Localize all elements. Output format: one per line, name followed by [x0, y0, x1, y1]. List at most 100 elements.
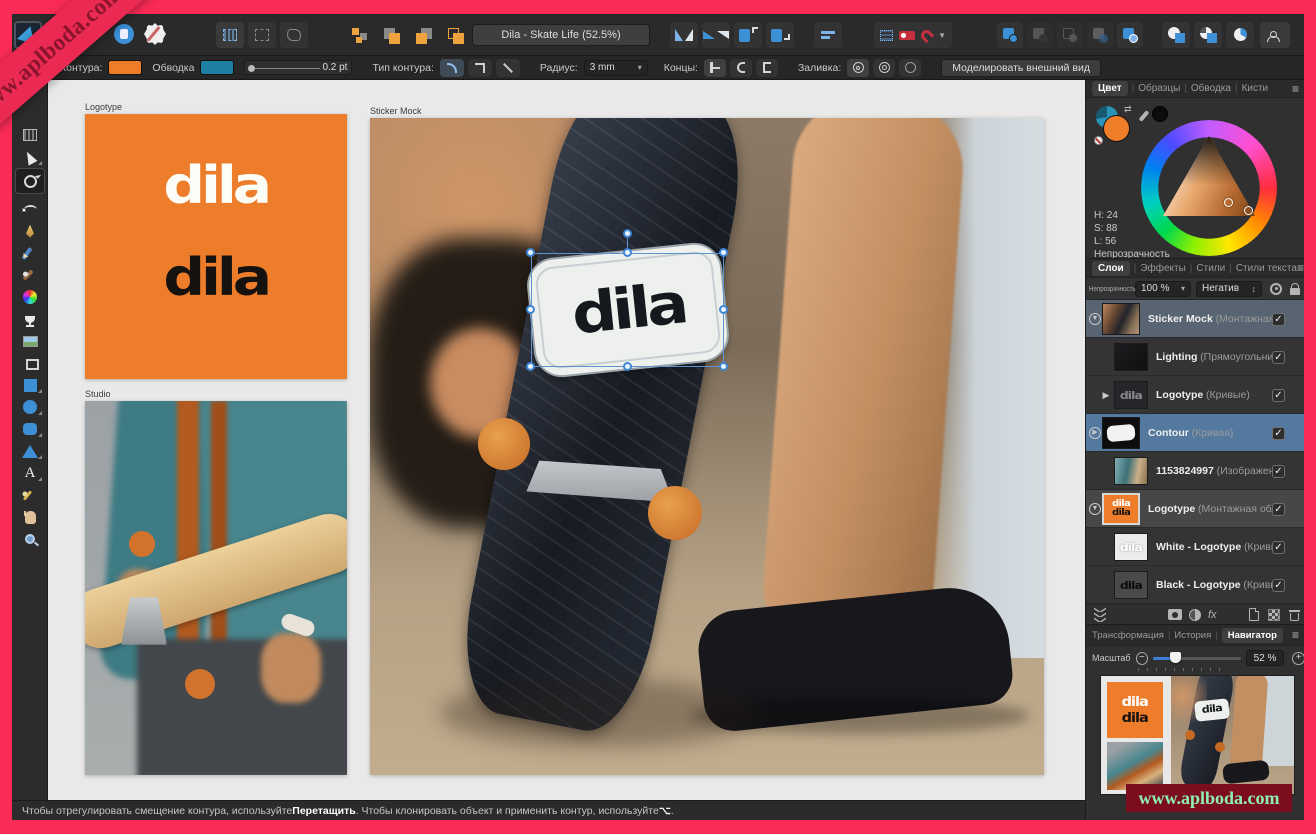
layer-effects-fx-icon[interactable]: fx	[1208, 609, 1217, 621]
ellipse-tool[interactable]	[17, 398, 43, 416]
layer-visibility-checkbox[interactable]: ✓	[1272, 427, 1285, 440]
geometry-crescent-icon[interactable]	[1194, 22, 1222, 48]
layer-visibility-checkbox[interactable]: ✓	[1272, 465, 1285, 478]
tab-text-styles[interactable]: Стили текста	[1236, 263, 1297, 274]
pencil-tool[interactable]	[17, 244, 43, 262]
tab-transform[interactable]: Трансформация	[1092, 630, 1164, 641]
swap-colors-icon[interactable]: ⇄	[1124, 104, 1132, 115]
hand-tool[interactable]	[17, 508, 43, 526]
layers-opacity-dropdown[interactable]: 100 % ▾	[1135, 281, 1191, 297]
guides-icon[interactable]	[248, 22, 276, 48]
fill-mode-evenodd-icon[interactable]	[899, 59, 921, 77]
brush-tool[interactable]	[17, 266, 43, 284]
layer-row-black-logotype[interactable]: dila Black - Logotype (Кривые) ✓	[1086, 566, 1304, 604]
layers-stack-icon[interactable]	[1094, 608, 1106, 622]
move-tool[interactable]	[17, 148, 43, 166]
rotation-handle[interactable]	[623, 229, 632, 238]
tab-color[interactable]: Цвет	[1092, 81, 1128, 96]
layer-row-contour[interactable]: ▶ Contour (Кривая) ✓	[1086, 414, 1304, 452]
contour-type-round-icon[interactable]	[440, 59, 464, 77]
node-tool[interactable]	[17, 200, 43, 218]
account-person-icon[interactable]	[1260, 22, 1290, 48]
contour-tool[interactable]	[15, 168, 45, 194]
geometry-pie-icon[interactable]	[1226, 22, 1254, 48]
cap-square-icon[interactable]	[756, 59, 778, 77]
delete-layer-trash-icon[interactable]	[1289, 608, 1300, 621]
picked-color-well[interactable]	[1152, 106, 1168, 122]
flip-vertical-icon[interactable]	[702, 22, 730, 48]
color-marker-inner[interactable]	[1224, 198, 1233, 207]
new-layer-icon[interactable]	[1249, 608, 1259, 621]
selection-handle-n[interactable]	[623, 248, 632, 257]
grid-lasso-icon[interactable]	[280, 22, 308, 48]
layer-visibility-checkbox[interactable]: ✓	[1272, 579, 1285, 592]
magnet-icon[interactable]	[919, 27, 935, 43]
move-to-back-icon[interactable]	[378, 22, 406, 48]
boolean-intersect-icon[interactable]	[1057, 22, 1083, 48]
color-picker-tool[interactable]	[17, 486, 43, 504]
tab-stroke[interactable]: Обводка	[1191, 83, 1231, 94]
adjustment-layer-icon[interactable]	[1189, 609, 1201, 621]
cap-butt-icon[interactable]	[704, 59, 726, 77]
layer-row-sticker-mock[interactable]: ▼ Sticker Mock (Монтажная обл ✓	[1086, 300, 1304, 338]
contour-type-bevel-icon[interactable]	[496, 59, 520, 77]
alignment-icon[interactable]	[814, 22, 842, 48]
color-marker-ring[interactable]	[1244, 206, 1253, 215]
text-tool[interactable]: A	[17, 464, 43, 482]
fill-mode-nonzero-icon[interactable]	[873, 59, 895, 77]
layers-panel-menu-icon[interactable]: ≡	[1297, 261, 1304, 275]
selection-handle-se[interactable]	[719, 362, 728, 371]
tab-history[interactable]: История	[1174, 630, 1211, 641]
layer-visibility-checkbox[interactable]: ✓	[1272, 541, 1285, 554]
radius-dropdown[interactable]: 3 mm ▾	[584, 60, 648, 76]
zoom-in-button[interactable]: +	[1292, 652, 1304, 665]
collapse-icon[interactable]: ▼	[1089, 503, 1101, 515]
badge-icon[interactable]	[114, 24, 134, 44]
fill-gradient-tool[interactable]	[17, 310, 43, 328]
artboard-label-studio[interactable]: Studio	[85, 389, 111, 399]
boolean-xor-icon[interactable]	[1087, 22, 1113, 48]
new-pixel-layer-icon[interactable]	[1268, 609, 1280, 621]
artboard-studio[interactable]	[85, 401, 347, 775]
artboard-label-logotype[interactable]: Logotype	[85, 102, 122, 112]
blend-mode-dropdown[interactable]: Негатив ↕	[1196, 281, 1262, 297]
layer-row-lighting[interactable]: Lighting (Прямоугольник) ✓	[1086, 338, 1304, 376]
mask-layer-icon[interactable]	[1168, 609, 1182, 620]
move-to-front-icon[interactable]	[442, 22, 470, 48]
tab-swatches[interactable]: Образцы	[1138, 83, 1180, 94]
contour-type-miter-icon[interactable]	[468, 59, 492, 77]
snap-toggle-icon[interactable]	[899, 31, 915, 40]
zoom-tool[interactable]	[17, 530, 43, 548]
no-color-icon[interactable]	[1094, 136, 1103, 145]
zoom-out-button[interactable]: −	[1136, 652, 1149, 665]
image-place-tool[interactable]	[17, 332, 43, 350]
selection-handle-sw[interactable]	[526, 362, 535, 371]
crop-tool[interactable]	[17, 354, 43, 372]
zoom-value-box[interactable]: 52 %	[1246, 650, 1285, 666]
fill-mode-auto-icon[interactable]	[847, 59, 869, 77]
layer-row-logotype-artboard[interactable]: ▼ dila dila Logotype (Монтажная област ✓	[1086, 490, 1304, 528]
stroke-width-slider[interactable]: 0.2 pt	[244, 60, 352, 75]
emulate-appearance-button[interactable]: Моделировать внешний вид	[941, 59, 1101, 77]
pixel-brush-tool[interactable]	[17, 288, 43, 306]
tab-effects[interactable]: Эффекты	[1140, 263, 1185, 274]
margins-icon[interactable]	[216, 22, 244, 48]
selection-handle-nw[interactable]	[526, 248, 535, 257]
eyedropper-icon[interactable]	[1139, 110, 1150, 122]
selection-handle-e[interactable]	[719, 305, 728, 314]
collapse-icon[interactable]: ▼	[1089, 313, 1101, 325]
artboard-tool[interactable]	[17, 126, 43, 144]
boolean-subtract-icon[interactable]	[1027, 22, 1053, 48]
move-forward-icon[interactable]	[410, 22, 438, 48]
flower-icon[interactable]	[144, 23, 166, 45]
selection-handle-ne[interactable]	[719, 248, 728, 257]
layer-visibility-checkbox[interactable]: ✓	[1272, 351, 1285, 364]
layer-visibility-checkbox[interactable]: ✓	[1272, 389, 1285, 402]
layer-settings-gear-icon[interactable]	[1270, 283, 1282, 295]
layer-lock-icon[interactable]	[1290, 283, 1300, 295]
layer-visibility-checkbox[interactable]: ✓	[1272, 313, 1285, 326]
artboard-sticker-mock[interactable]: dila	[370, 118, 1044, 775]
stroke-color-swatch[interactable]	[200, 60, 234, 75]
arrange-scatter-icon[interactable]	[346, 22, 374, 48]
selection-handle-w[interactable]	[526, 305, 535, 314]
